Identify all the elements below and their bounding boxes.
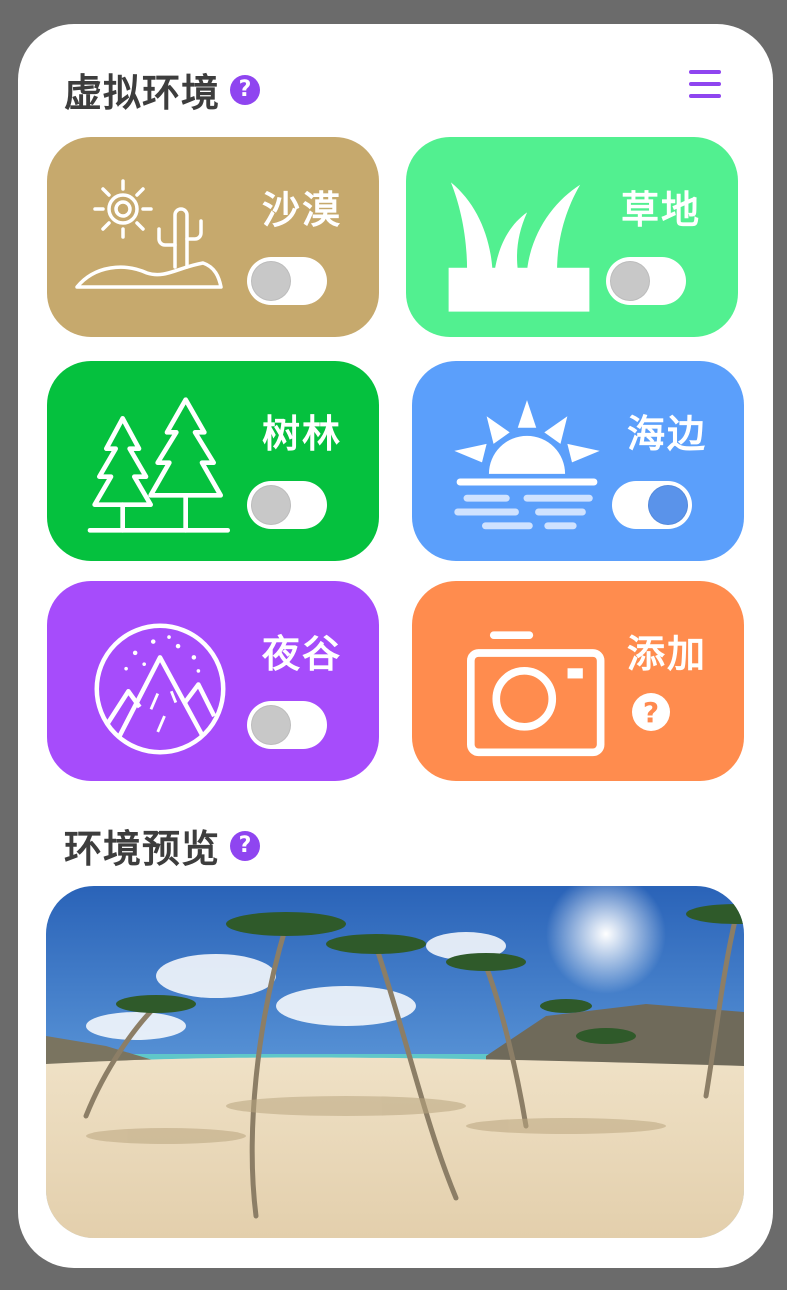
add-label: 添加 — [626, 632, 707, 676]
env-card-desert[interactable]: 沙漠 — [47, 137, 379, 337]
env-card-forest[interactable]: 树林 — [47, 361, 379, 561]
night-mountains-icon — [94, 623, 226, 755]
help-icon[interactable]: ? — [230, 830, 261, 861]
toggle-knob — [251, 261, 291, 301]
grass-icon — [448, 182, 590, 312]
add-environment-card[interactable]: 添加 ? — [412, 581, 744, 781]
page-title: 虚拟环境 — [64, 71, 221, 115]
toggle-knob — [251, 705, 291, 745]
toggle-night-valley[interactable] — [247, 701, 327, 749]
env-label-night-valley: 夜谷 — [261, 632, 342, 676]
toggle-seaside[interactable] — [612, 481, 692, 529]
toggle-grass[interactable] — [606, 257, 686, 305]
env-label-grass: 草地 — [620, 188, 701, 232]
preview-title: 环境预览 — [64, 827, 221, 871]
env-card-night-valley[interactable]: 夜谷 — [47, 581, 379, 781]
header: 虚拟环境 ? — [64, 62, 261, 117]
pine-trees-icon — [87, 397, 231, 533]
toggle-knob — [610, 261, 650, 301]
env-label-forest: 树林 — [261, 412, 342, 456]
environment-preview-image[interactable] — [46, 886, 744, 1238]
help-icon[interactable]: ? — [230, 74, 261, 105]
camera-icon — [467, 631, 605, 757]
add-help-icon[interactable]: ? — [632, 693, 670, 731]
toggle-forest[interactable] — [247, 481, 327, 529]
toggle-knob — [648, 485, 688, 525]
toggle-knob — [251, 485, 291, 525]
desert-cactus-sun-icon — [75, 179, 223, 289]
env-label-desert: 沙漠 — [261, 188, 342, 232]
beach-panorama-image — [46, 886, 744, 1238]
env-card-grass[interactable]: 草地 — [406, 137, 738, 337]
menu-icon[interactable] — [688, 68, 722, 100]
env-label-seaside: 海边 — [626, 412, 707, 456]
preview-header: 环境预览 ? — [64, 818, 261, 873]
sunset-sea-icon — [454, 400, 600, 530]
toggle-desert[interactable] — [247, 257, 327, 305]
env-card-seaside[interactable]: 海边 — [412, 361, 744, 561]
